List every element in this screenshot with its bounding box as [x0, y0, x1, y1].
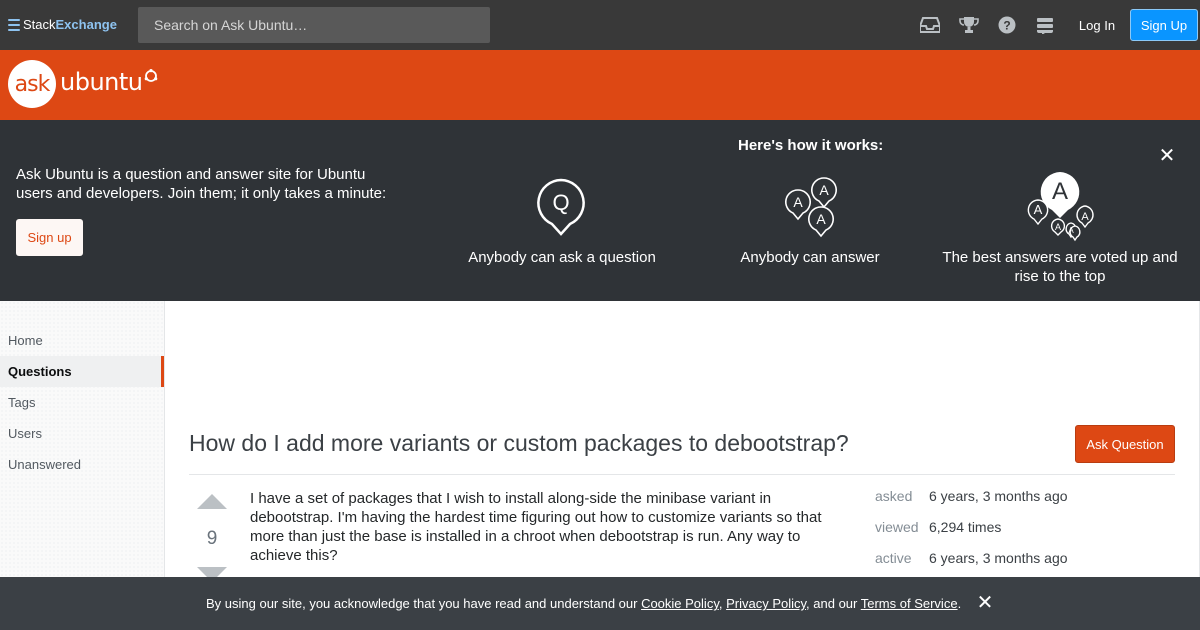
cookie-banner: By using our site, you acknowledge that … — [0, 577, 1200, 630]
stackexchange-icon — [8, 18, 20, 31]
svg-text:A: A — [1052, 178, 1068, 205]
ask-question-button[interactable]: Ask Question — [1075, 425, 1175, 463]
cookie-policy-link[interactable]: Cookie Policy — [641, 596, 719, 611]
logo-bubble: ask — [8, 60, 56, 108]
welcome-banner: Ask Ubuntu is a question and answer site… — [0, 120, 1200, 301]
meta-asked-value: 6 years, 3 months ago — [929, 488, 1068, 504]
nav-tags[interactable]: Tags — [0, 387, 164, 418]
step-vote: The best answers are voted up and rise t… — [942, 249, 1178, 285]
how-it-works-title: Here's how it works: — [738, 137, 884, 154]
svg-text:A: A — [1055, 222, 1061, 232]
question-title[interactable]: How do I add more variants or custom pac… — [189, 430, 849, 457]
privacy-policy-link[interactable]: Privacy Policy — [726, 596, 806, 611]
question-body: I have a set of packages that I wish to … — [250, 490, 822, 564]
svg-text:A: A — [816, 211, 826, 227]
step-ask: Anybody can ask a question — [468, 249, 656, 266]
svg-text:A: A — [1034, 202, 1043, 217]
answer-bubbles-icon: AAA — [784, 177, 838, 238]
close-icon[interactable]: ✕ — [975, 592, 995, 614]
svg-text:A: A — [1081, 211, 1089, 223]
meta-viewed-value: 6,294 times — [929, 519, 1002, 535]
trophy-icon[interactable] — [958, 14, 980, 36]
title-divider — [189, 474, 1175, 475]
ask-ubuntu-logo[interactable]: ask ubuntu — [8, 60, 158, 108]
cookie-suffix: . — [957, 596, 962, 611]
voted-answers-icon: A A A A A — [1027, 172, 1094, 242]
meta-asked-label: asked — [875, 488, 913, 504]
hero-signup-button[interactable]: Sign up — [16, 219, 83, 256]
signup-button[interactable]: Sign Up — [1130, 9, 1198, 41]
ubuntu-circle-icon — [144, 69, 157, 82]
svg-text:A: A — [793, 194, 803, 210]
terms-link[interactable]: Terms of Service — [861, 596, 958, 611]
site-description: Ask Ubuntu is a question and answer site… — [16, 166, 387, 202]
cookie-sep2: , and our — [806, 596, 861, 611]
step-answer: Anybody can answer — [740, 249, 880, 266]
vote-count: 9 — [206, 528, 218, 549]
help-icon[interactable]: ? — [996, 14, 1018, 36]
vote-up-icon[interactable] — [197, 494, 227, 509]
site-header: ask ubuntu — [0, 50, 1200, 120]
meta-viewed-label: viewed — [875, 519, 919, 535]
login-link[interactable]: Log In — [1068, 9, 1126, 41]
brand-part1: Stack — [23, 17, 56, 32]
svg-text:A: A — [819, 182, 829, 198]
top-bar: StackExchange ? Log In Sign Up — [0, 0, 1200, 50]
nav-home[interactable]: Home — [0, 325, 164, 356]
stackexchange-logo[interactable]: Stack Exchange — [8, 17, 117, 32]
logo-mark-text: ask — [14, 71, 51, 97]
brand-part2: Exchange — [55, 17, 117, 32]
nav-questions[interactable]: Questions — [0, 356, 164, 387]
logo-word: ubuntu — [60, 68, 143, 96]
cookie-prefix: By using our site, you acknowledge that … — [206, 596, 642, 611]
search-input[interactable] — [138, 7, 490, 43]
cookie-notice: By using our site, you acknowledge that … — [206, 596, 961, 611]
svg-text:Q: Q — [552, 190, 569, 215]
close-icon[interactable]: ✕ — [1156, 144, 1178, 167]
nav-unanswered[interactable]: Unanswered — [0, 449, 164, 480]
meta-active-label: active — [875, 550, 912, 566]
question-bubble-icon: Q — [537, 178, 585, 236]
nav-users[interactable]: Users — [0, 418, 164, 449]
svg-text:?: ? — [1003, 19, 1010, 33]
site-switcher-icon[interactable] — [1034, 14, 1056, 36]
inbox-icon[interactable] — [919, 14, 941, 36]
cookie-sep1: , — [718, 596, 727, 611]
svg-text:A: A — [1068, 226, 1074, 235]
meta-active-value: 6 years, 3 months ago — [929, 550, 1068, 566]
